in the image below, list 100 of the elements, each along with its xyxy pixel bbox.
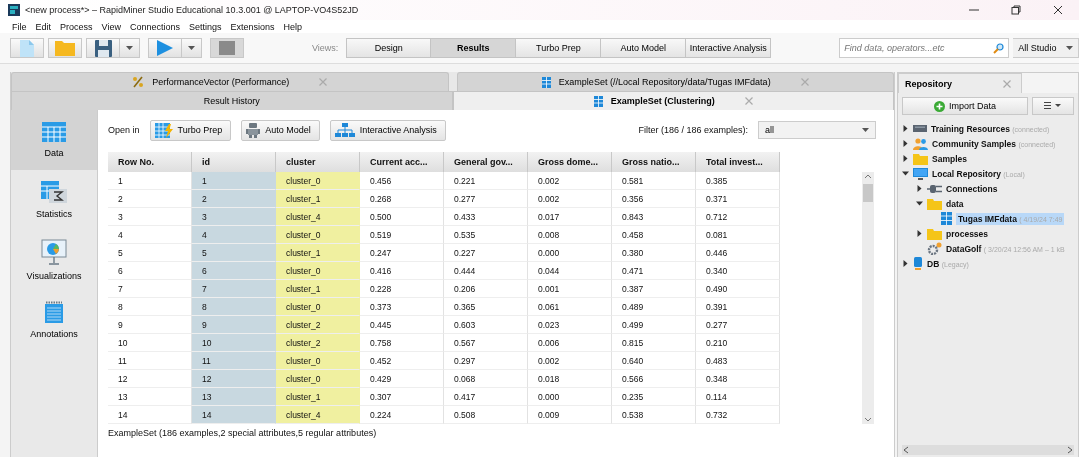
scroll-right-icon[interactable] — [1066, 446, 1074, 454]
table-cell: 7 — [192, 280, 276, 298]
stop-button[interactable] — [210, 38, 244, 58]
open-in-button[interactable]: Interactive Analysis — [329, 119, 446, 141]
table-cell: 0.008 — [528, 226, 612, 244]
table-cell: cluster_1 — [276, 244, 360, 262]
open-in-button[interactable]: Turbo Prep — [149, 119, 232, 141]
table-cell: 13 — [192, 388, 276, 406]
nav-tab[interactable]: Annotations — [11, 290, 97, 350]
column-header[interactable]: Row No. — [108, 152, 192, 172]
table-cell: 0.017 — [528, 208, 612, 226]
menu-item[interactable]: Help — [283, 21, 303, 32]
expanded-arrow-icon[interactable] — [902, 170, 909, 177]
collapsed-arrow-icon[interactable] — [902, 140, 909, 147]
result-tab[interactable]: ExampleSet (//Local Repository/data/Tugas IMFdata) — [456, 72, 894, 91]
view-tab[interactable]: Interactive Analysis — [686, 38, 772, 58]
table-cell: cluster_1 — [276, 388, 360, 406]
run-button[interactable] — [148, 38, 182, 58]
result-tab[interactable]: PerformanceVector (Performance) — [11, 72, 449, 91]
stop-icon — [219, 41, 235, 55]
menu-item[interactable]: View — [101, 21, 121, 32]
view-tab[interactable]: Auto Model — [601, 38, 687, 58]
filter-dropdown[interactable]: all — [758, 121, 876, 139]
nav-tab[interactable]: Data — [11, 110, 97, 170]
tree-item[interactable]: data — [946, 198, 964, 209]
save-button[interactable] — [86, 38, 120, 58]
table-cell: 0.490 — [696, 280, 780, 298]
collapsed-arrow-icon[interactable] — [902, 260, 909, 267]
open-in-button[interactable]: Auto Model — [241, 119, 320, 141]
dropdown-button[interactable] — [120, 38, 140, 58]
menu-item[interactable]: Edit — [35, 21, 52, 32]
table-cell: 0.206 — [444, 280, 528, 298]
table-cell: 0.535 — [444, 226, 528, 244]
menu-item[interactable]: File — [12, 21, 27, 32]
menu-item[interactable]: Settings — [188, 21, 222, 32]
result-tab[interactable]: Result History — [11, 91, 453, 110]
table-cell: 0.068 — [444, 370, 528, 388]
tree-item[interactable]: Connections — [946, 183, 998, 194]
result-tab[interactable]: ExampleSet (Clustering) — [452, 91, 894, 110]
table-cell: 0.433 — [444, 208, 528, 226]
horizontal-scrollbar[interactable] — [902, 445, 1074, 455]
close-icon[interactable] — [744, 97, 753, 105]
column-header[interactable]: Gross natio... — [612, 152, 696, 172]
hierarchy-icon — [334, 123, 355, 137]
table-cell: 10 — [192, 334, 276, 352]
table-cell: cluster_0 — [276, 298, 360, 316]
table-cell: 0.001 — [528, 280, 612, 298]
column-header[interactable]: Current acc... — [360, 152, 444, 172]
tree-item[interactable]: Samples — [932, 153, 967, 164]
search-field[interactable]: Find data, operators...etc — [839, 38, 1010, 58]
column-header[interactable]: Gross dome... — [528, 152, 612, 172]
view-tab[interactable]: Turbo Prep — [516, 38, 602, 58]
table-cell: 0.385 — [696, 172, 780, 190]
menu-item[interactable]: Connections — [129, 21, 180, 32]
table-cell: 0.489 — [612, 298, 696, 316]
dropdown-button[interactable] — [182, 38, 202, 58]
table-cell: 1 — [192, 172, 276, 190]
menu-button[interactable] — [1032, 97, 1074, 115]
table-cell: cluster_4 — [276, 406, 360, 424]
scope-dropdown[interactable]: All Studio — [1013, 38, 1079, 58]
views-label: Views: — [312, 43, 339, 53]
table-cell: 0.018 — [528, 370, 612, 388]
table-cell: 2 — [192, 190, 276, 208]
collapsed-arrow-icon[interactable] — [916, 230, 923, 237]
table-cell: 0.417 — [444, 388, 528, 406]
table-cell: 0.044 — [528, 262, 612, 280]
column-header[interactable]: id — [192, 152, 276, 172]
column-header[interactable]: Total invest... — [696, 152, 780, 172]
expanded-arrow-icon[interactable] — [916, 200, 923, 207]
table-cell: 0.508 — [444, 406, 528, 424]
table-cell: 0.387 — [612, 280, 696, 298]
view-tab[interactable]: Design — [346, 38, 432, 58]
table-cell: 4 — [192, 226, 276, 244]
tree-item[interactable]: processes — [946, 228, 989, 239]
table-cell: 0.603 — [444, 316, 528, 334]
table-cell: cluster_0 — [276, 172, 360, 190]
app-logo-icon — [8, 4, 20, 16]
menu-item[interactable]: Process — [60, 21, 93, 32]
table-cell: 5 — [192, 244, 276, 262]
table-icon — [593, 95, 603, 107]
nav-tab[interactable]: Visualizations — [11, 230, 97, 290]
nav-tab[interactable]: Statistics — [11, 170, 97, 230]
column-header[interactable]: General gov... — [444, 152, 528, 172]
menu-item[interactable]: Extensions — [230, 21, 275, 32]
table-cell: cluster_0 — [276, 370, 360, 388]
table-cell: 0.277 — [444, 190, 528, 208]
scrollbar-thumb[interactable] — [863, 184, 873, 202]
search-icon[interactable] — [993, 43, 1005, 54]
table-cell: 0.567 — [444, 334, 528, 352]
scroll-left-icon[interactable] — [902, 446, 910, 454]
view-tab[interactable]: Results — [431, 38, 517, 58]
open-in-label: Open in — [108, 125, 140, 135]
column-header[interactable]: cluster — [276, 152, 360, 172]
collapsed-arrow-icon[interactable] — [902, 125, 909, 132]
collapsed-arrow-icon[interactable] — [902, 155, 909, 162]
import-data-button[interactable]: Import Data — [902, 97, 1028, 115]
close-icon[interactable] — [1003, 79, 1011, 88]
repository-tab[interactable]: Repository — [898, 73, 1022, 93]
vertical-scrollbar[interactable] — [862, 172, 874, 424]
collapsed-arrow-icon[interactable] — [916, 185, 923, 192]
